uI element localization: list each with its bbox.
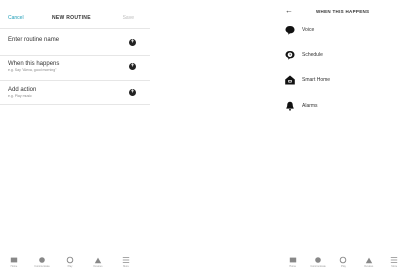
menu-icon bbox=[391, 257, 398, 263]
menu-icon bbox=[122, 257, 130, 263]
back-arrow-icon[interactable]: ← bbox=[285, 6, 293, 15]
when-this-happens-row[interactable]: When this happens e.g. Say "Alexa, good … bbox=[8, 59, 136, 77]
nav-home[interactable]: Home bbox=[284, 256, 302, 268]
routine-name-row[interactable]: Enter routine name + bbox=[8, 35, 136, 53]
cancel-button[interactable]: Cancel bbox=[8, 15, 24, 21]
bell-icon bbox=[286, 101, 294, 111]
page-title: WHEN THIS HAPPENS bbox=[316, 9, 370, 14]
add-action-label: Add action bbox=[8, 87, 37, 93]
nav-communicate[interactable]: Communicate bbox=[309, 256, 327, 268]
when-this-happens-screen: ← WHEN THIS HAPPENS Voice Schedule Smart… bbox=[276, 0, 407, 271]
divider bbox=[0, 28, 150, 29]
play-icon bbox=[66, 256, 74, 264]
add-icon[interactable]: + bbox=[129, 89, 136, 96]
when-this-happens-hint: e.g. Say "Alexa, good morning" bbox=[8, 68, 57, 72]
trigger-option-alarms[interactable]: Alarms bbox=[285, 100, 403, 116]
divider bbox=[0, 55, 150, 56]
play-icon bbox=[340, 256, 347, 264]
routine-name-label: Enter routine name bbox=[8, 37, 60, 43]
devices-icon bbox=[365, 257, 373, 264]
home-icon bbox=[289, 257, 296, 263]
save-button[interactable]: Save bbox=[123, 15, 134, 21]
nav-devices[interactable]: Devices bbox=[89, 256, 107, 268]
when-this-happens-label: When this happens bbox=[8, 61, 60, 67]
when-this-happens-header: ← WHEN THIS HAPPENS bbox=[276, 6, 407, 18]
nav-more[interactable]: More bbox=[385, 256, 403, 268]
nav-play[interactable]: Play bbox=[61, 256, 79, 268]
nav-more[interactable]: More bbox=[117, 256, 135, 268]
devices-icon bbox=[94, 257, 102, 264]
trigger-option-voice[interactable]: Voice bbox=[285, 24, 403, 40]
home-icon bbox=[10, 257, 18, 263]
nav-communicate[interactable]: Communicate bbox=[33, 256, 51, 268]
add-icon[interactable]: + bbox=[129, 39, 136, 46]
chat-icon bbox=[315, 257, 321, 263]
page-title: NEW ROUTINE bbox=[52, 15, 91, 21]
bottom-nav: Home Communicate Play Devices More bbox=[0, 255, 140, 271]
nav-play[interactable]: Play bbox=[334, 256, 352, 268]
add-action-row[interactable]: Add action e.g. Play music + bbox=[8, 85, 136, 103]
chat-icon bbox=[39, 257, 45, 263]
divider bbox=[0, 104, 150, 105]
new-routine-header: Cancel NEW ROUTINE Save bbox=[0, 12, 150, 24]
add-action-hint: e.g. Play music bbox=[8, 94, 32, 98]
add-icon[interactable]: + bbox=[129, 63, 136, 70]
smart-home-icon bbox=[285, 75, 295, 85]
divider bbox=[0, 80, 150, 81]
trigger-option-smart-home[interactable]: Smart Home bbox=[285, 74, 403, 90]
nav-devices[interactable]: Devices bbox=[360, 256, 378, 268]
voice-bubble-icon bbox=[285, 26, 295, 35]
nav-home[interactable]: Home bbox=[5, 256, 23, 268]
bottom-nav: Home Communicate Play Devices More bbox=[280, 255, 407, 271]
trigger-option-schedule[interactable]: Schedule bbox=[285, 49, 403, 65]
schedule-clock-icon bbox=[285, 51, 295, 60]
new-routine-screen: Cancel NEW ROUTINE Save Enter routine na… bbox=[0, 0, 150, 271]
